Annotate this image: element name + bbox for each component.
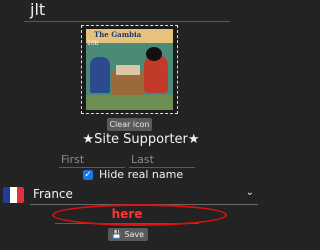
profile-icon-stamp-image: The Gambia 10b xyxy=(86,29,173,110)
last-name-input[interactable]: Last xyxy=(129,152,195,168)
save-icon: 💾 xyxy=(111,230,122,239)
stamp-country-text: The Gambia xyxy=(94,30,142,39)
username-field[interactable]: jlt xyxy=(24,0,230,22)
red-annotation-ellipse xyxy=(52,204,227,226)
country-select[interactable]: France ⌄ xyxy=(30,185,258,205)
site-supporter-badge: ★Site Supporter★ xyxy=(82,132,200,147)
profile-editor: jlt The Gambia 10b Clear icon ★Site Supp… xyxy=(0,0,282,250)
icon-frame: The Gambia 10b xyxy=(81,25,178,114)
france-flag-icon xyxy=(3,187,24,203)
stamp-value-text: 10b xyxy=(87,40,99,47)
save-button-label: Save xyxy=(124,230,145,239)
hide-real-name-checkbox[interactable]: ✓ xyxy=(83,170,93,180)
country-row: France ⌄ xyxy=(0,184,258,206)
username-value: jlt xyxy=(30,0,46,19)
hide-real-name-label: Hide real name xyxy=(99,168,184,181)
first-name-input[interactable]: First xyxy=(59,152,125,168)
chevron-down-icon: ⌄ xyxy=(245,187,254,198)
country-selected-value: France xyxy=(33,187,73,201)
save-button[interactable]: 💾 Save xyxy=(108,228,148,241)
clear-icon-button[interactable]: Clear icon xyxy=(107,118,152,131)
